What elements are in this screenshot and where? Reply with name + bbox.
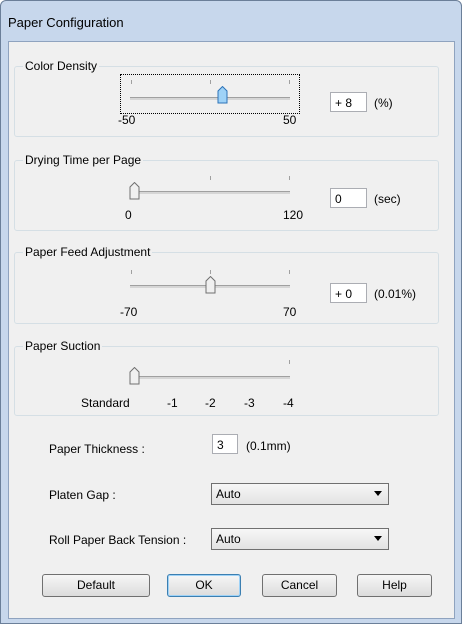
platen-gap-value: Auto <box>216 487 241 501</box>
paper-suction-thumb[interactable] <box>129 367 140 385</box>
dialog-window: Paper Configuration Color Density -50 50… <box>0 0 462 624</box>
color-density-label: Color Density <box>23 59 100 73</box>
color-density-track <box>130 97 290 100</box>
platen-gap-select[interactable]: Auto <box>211 483 389 505</box>
roll-tension-value: Auto <box>216 532 241 546</box>
color-density-input[interactable]: + 8 <box>330 92 367 112</box>
slider-tick <box>131 80 132 84</box>
paper-thickness-input[interactable]: 3 <box>212 434 238 454</box>
slider-tick <box>289 360 290 364</box>
slider-tick <box>289 80 290 84</box>
drying-time-max: 120 <box>283 208 304 222</box>
dialog-client-area: Color Density -50 50 + 8 (%) Drying Time… <box>8 41 455 619</box>
drying-time-unit: (sec) <box>374 192 401 206</box>
color-density-min: -50 <box>118 113 136 127</box>
slider-tick <box>289 270 290 274</box>
drying-time-label: Drying Time per Page <box>23 153 144 167</box>
paper-feed-label: Paper Feed Adjustment <box>23 245 153 259</box>
paper-suction-scale-1: -1 <box>167 396 178 410</box>
chevron-down-icon <box>374 536 382 541</box>
paper-suction-scale-3: -3 <box>244 396 255 410</box>
help-button[interactable]: Help <box>357 574 432 597</box>
color-density-unit: (%) <box>374 96 393 110</box>
chevron-down-icon <box>374 491 382 496</box>
paper-suction-scale-0: Standard <box>81 396 130 410</box>
paper-suction-label: Paper Suction <box>23 339 103 353</box>
color-density-max: 50 <box>283 113 297 127</box>
platen-gap-label: Platen Gap : <box>49 488 116 502</box>
default-button[interactable]: Default <box>42 574 150 597</box>
paper-feed-unit: (0.01%) <box>374 287 417 301</box>
ok-button[interactable]: OK <box>167 574 241 597</box>
paper-thickness-label: Paper Thickness : <box>49 442 145 456</box>
slider-tick <box>289 176 290 180</box>
color-density-thumb[interactable] <box>217 86 228 104</box>
roll-tension-select[interactable]: Auto <box>211 528 389 550</box>
roll-tension-label: Roll Paper Back Tension : <box>49 533 187 547</box>
paper-suction-group: Paper Suction <box>14 339 439 416</box>
drying-time-input[interactable]: 0 <box>330 188 367 208</box>
drying-time-min: 0 <box>125 208 132 222</box>
paper-suction-track <box>130 376 290 379</box>
paper-feed-min: -70 <box>120 305 138 319</box>
paper-suction-scale-2: -2 <box>205 396 216 410</box>
slider-tick <box>210 80 211 84</box>
cancel-button[interactable]: Cancel <box>262 574 337 597</box>
paper-feed-input[interactable]: + 0 <box>330 283 367 303</box>
drying-time-thumb[interactable] <box>129 182 140 200</box>
drying-time-track <box>130 191 290 194</box>
slider-tick <box>210 270 211 274</box>
window-title: Paper Configuration <box>8 15 124 30</box>
paper-suction-scale-4: -4 <box>283 396 294 410</box>
slider-tick <box>131 270 132 274</box>
paper-feed-max: 70 <box>283 305 297 319</box>
paper-feed-thumb[interactable] <box>205 276 216 294</box>
slider-tick <box>210 176 211 180</box>
paper-thickness-unit: (0.1mm) <box>246 439 291 453</box>
